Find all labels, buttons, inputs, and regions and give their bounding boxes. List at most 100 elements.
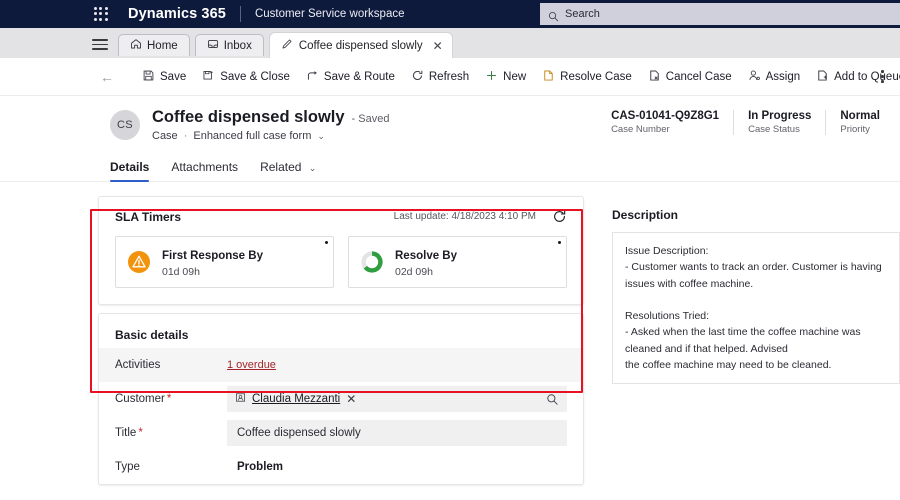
lookup-search-icon[interactable]	[546, 393, 559, 406]
tab-attachments[interactable]: Attachments	[171, 154, 238, 181]
save-close-icon	[202, 69, 215, 85]
add-to-queue-icon	[816, 69, 829, 85]
tab-home[interactable]: Home	[118, 34, 190, 56]
brand-title[interactable]: Dynamics 365	[128, 6, 226, 22]
warning-triangle-icon	[127, 250, 151, 274]
header-field-priority[interactable]: Normal Priority	[826, 110, 880, 135]
case-status-value: In Progress	[748, 110, 811, 122]
page-title: Coffee dispensed slowly - Saved	[152, 108, 389, 127]
header-fields: CAS-01041-Q9Z8G1 Case Number In Progress…	[597, 110, 880, 135]
customer-label: Customer*	[115, 393, 227, 405]
sla-timers-card: SLA Timers Last update: 4/18/2023 4:10 P…	[98, 196, 584, 305]
refresh-label: Refresh	[429, 71, 469, 83]
tab-inbox[interactable]: Inbox	[195, 34, 264, 56]
customer-lookup-field[interactable]: Claudia Mezzanti ✕	[227, 386, 567, 412]
resolve-case-icon	[542, 69, 555, 85]
record-header: CS Coffee dispensed slowly - Saved Case …	[0, 96, 900, 150]
customer-label-text: Customer	[115, 393, 165, 405]
global-search-box[interactable]: Search	[540, 3, 900, 25]
tab-active-label: Coffee dispensed slowly	[299, 40, 423, 52]
sla-name: Resolve By	[395, 250, 457, 262]
sla-timer-resolve-by[interactable]: Resolve By 02d 09h	[348, 236, 567, 288]
customer-chip[interactable]: Claudia Mezzanti ✕	[235, 390, 356, 408]
pin-dot-icon	[558, 241, 561, 244]
priority-value: Normal	[840, 110, 880, 122]
description-textarea[interactable]: Issue Description: - Customer wants to t…	[612, 232, 900, 384]
progress-ring-icon	[360, 250, 384, 274]
refresh-circular-icon[interactable]	[552, 209, 567, 224]
sla-title: SLA Timers	[115, 210, 181, 224]
new-label: New	[503, 71, 526, 83]
add-to-queue-button[interactable]: Add to Queue	[808, 65, 900, 89]
case-number-label: Case Number	[611, 124, 719, 135]
header-field-case-number: CAS-01041-Q9Z8G1 Case Number	[597, 110, 734, 135]
inbox-icon	[207, 38, 219, 53]
activities-label: Activities	[115, 359, 227, 371]
tab-related[interactable]: Related ⌄	[260, 154, 316, 181]
tab-inbox-label: Inbox	[224, 40, 252, 52]
form-row-title: Title* Coffee dispensed slowly	[99, 416, 583, 450]
subtitle-separator: ·	[184, 130, 188, 142]
right-column: Description Issue Description: - Custome…	[598, 196, 900, 485]
avatar: CS	[110, 110, 140, 140]
tab-details[interactable]: Details	[110, 154, 149, 181]
tab-details-label: Details	[110, 160, 149, 174]
entity-name: Case	[152, 130, 178, 142]
priority-label: Priority	[840, 124, 880, 135]
header-field-case-status[interactable]: In Progress Case Status	[734, 110, 826, 135]
save-and-close-button[interactable]: Save & Close	[194, 65, 298, 89]
required-asterisk: *	[167, 393, 171, 405]
refresh-button[interactable]: Refresh	[403, 65, 477, 89]
nav-divider	[240, 6, 241, 22]
resolve-case-button[interactable]: Resolve Case	[534, 65, 640, 89]
command-bar: ← Save Save & Close Save & Route Refresh	[0, 58, 900, 96]
search-input[interactable]: Search	[565, 8, 600, 20]
save-label: Save	[160, 71, 186, 83]
save-and-route-button[interactable]: Save & Route	[298, 65, 403, 89]
cancel-case-label: Cancel Case	[666, 71, 732, 83]
tab-related-label: Related	[260, 160, 301, 174]
activities-overdue-link[interactable]: 1 overdue	[227, 359, 276, 371]
hamburger-menu-icon[interactable]	[92, 39, 108, 50]
assign-person-icon	[748, 69, 761, 85]
saved-status: - Saved	[352, 113, 390, 125]
pin-dot-icon	[325, 241, 328, 244]
save-button[interactable]: Save	[134, 65, 194, 89]
app-launcher-icon[interactable]	[94, 7, 108, 21]
chevron-down-icon[interactable]: ⌄	[317, 131, 325, 142]
add-to-queue-label: Add to Queue	[834, 71, 900, 83]
search-icon	[548, 9, 559, 20]
form-selector[interactable]: Enhanced full case form	[193, 130, 311, 142]
save-and-close-label: Save & Close	[220, 71, 290, 83]
case-status-label: Case Status	[748, 124, 811, 135]
save-icon	[142, 69, 155, 85]
assign-label: Assign	[766, 71, 801, 83]
sla-name: First Response By	[162, 250, 263, 262]
close-icon[interactable]: ✕	[433, 40, 443, 52]
plus-icon	[485, 69, 498, 85]
type-value[interactable]: Problem	[227, 461, 283, 473]
sla-last-update: Last update: 4/18/2023 4:10 PM	[394, 211, 536, 222]
sla-timer-first-response[interactable]: First Response By 01d 09h	[115, 236, 334, 288]
record-title: Coffee dispensed slowly	[152, 108, 345, 127]
sla-timer-list: First Response By 01d 09h	[99, 226, 583, 304]
title-label-text: Title	[115, 427, 136, 439]
assign-button[interactable]: Assign	[740, 65, 809, 89]
customer-name[interactable]: Claudia Mezzanti	[252, 393, 340, 405]
top-navigation-bar: Dynamics 365 Customer Service workspace …	[0, 0, 900, 28]
tab-coffee-dispensed-slowly[interactable]: Coffee dispensed slowly ✕	[269, 32, 453, 58]
refresh-icon	[411, 69, 424, 85]
tab-attachments-label: Attachments	[171, 160, 238, 174]
new-button[interactable]: New	[477, 65, 534, 89]
home-icon	[130, 38, 142, 53]
back-arrow-icon[interactable]: ←	[100, 69, 124, 85]
cancel-case-button[interactable]: Cancel Case	[640, 65, 740, 89]
remove-customer-icon[interactable]: ✕	[346, 392, 356, 406]
app-name-label: Customer Service workspace	[255, 8, 405, 20]
chevron-down-icon[interactable]: ⌄	[309, 163, 317, 173]
cancel-case-icon	[648, 69, 661, 85]
sla-header: SLA Timers Last update: 4/18/2023 4:10 P…	[99, 197, 583, 226]
more-vertical-icon[interactable]	[881, 70, 884, 83]
form-body: SLA Timers Last update: 4/18/2023 4:10 P…	[0, 182, 900, 485]
title-input[interactable]: Coffee dispensed slowly	[227, 420, 567, 446]
